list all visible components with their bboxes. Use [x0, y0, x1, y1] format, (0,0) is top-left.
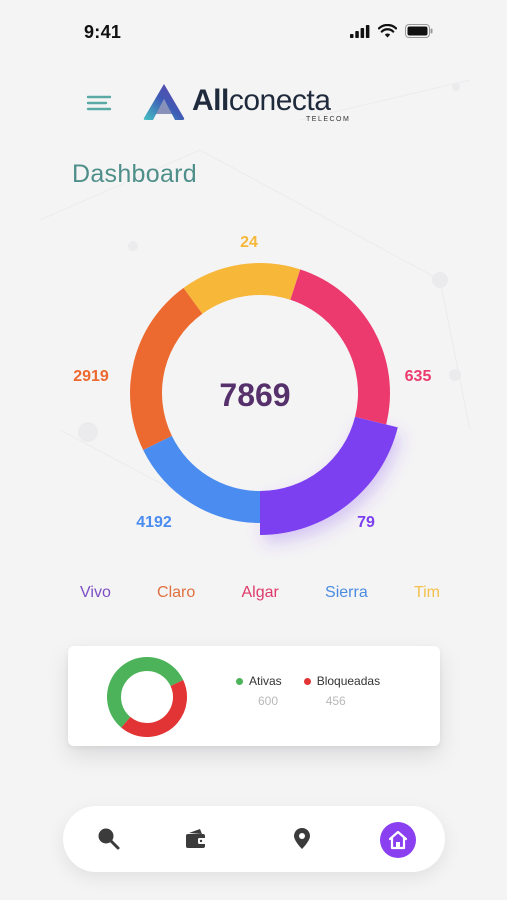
menu-button[interactable]	[86, 92, 114, 114]
logo-mark-icon	[143, 84, 185, 120]
line-status-card[interactable]: Ativas 600 Bloqueadas 456	[68, 646, 440, 746]
wallet-icon	[186, 829, 206, 848]
status-label: Bloqueadas	[316, 674, 381, 688]
donut-segment-sierra[interactable]	[143, 435, 260, 523]
donut-value-label-tim: 24	[240, 234, 258, 251]
donut-value-label-sierra: 4192	[136, 514, 172, 531]
nav-wallet-button[interactable]	[180, 823, 212, 855]
legend-item-algar[interactable]: Algar	[241, 584, 278, 602]
donut-segment-vivo[interactable]	[260, 416, 398, 535]
status-time: 9:41	[84, 22, 122, 42]
status-count: 456	[325, 694, 346, 708]
chart-total: 7869	[219, 377, 290, 413]
logo-name-bold: All	[192, 84, 229, 117]
donut-segment-algar[interactable]	[290, 269, 391, 425]
donut-value-label-claro: 2919	[73, 368, 109, 385]
status-label: Ativas	[249, 674, 282, 688]
line-status-donut	[107, 657, 187, 737]
legend-item-sierra[interactable]: Sierra	[325, 584, 368, 602]
operator-donut-chart: 79 2919 635 4192 24 7869	[73, 234, 432, 535]
search-icon	[98, 828, 120, 850]
legend-item-vivo[interactable]: Vivo	[80, 584, 111, 602]
nav-home-button[interactable]	[380, 822, 416, 858]
location-pin-icon	[294, 828, 310, 849]
logo-name-rest: conecta	[228, 84, 331, 117]
chart-legend: Vivo Claro Algar Sierra Tim	[80, 584, 440, 602]
status-dot	[236, 677, 243, 685]
line-status-legend: Ativas 600 Bloqueadas 456	[236, 674, 380, 708]
signal-icon	[350, 24, 370, 38]
wifi-icon	[378, 24, 397, 38]
donut-value-label-algar: 635	[405, 368, 432, 385]
page-title: Dashboard	[72, 160, 198, 188]
donut-segment-claro[interactable]	[130, 287, 203, 450]
nav-location-button[interactable]	[286, 823, 318, 855]
status-bar: 9:41	[0, 0, 507, 60]
bottom-navigation	[63, 806, 445, 872]
donut-segment-tim[interactable]	[183, 263, 301, 314]
logo-subtitle: TELECOM	[306, 116, 351, 123]
home-icon	[388, 830, 408, 850]
logo-name: Allconecta	[192, 84, 331, 118]
status-count: 600	[258, 694, 279, 708]
legend-item-claro[interactable]: Claro	[157, 584, 195, 602]
nav-search-button[interactable]	[93, 823, 125, 855]
brand-logo: Allconecta TELECOM	[142, 80, 372, 130]
status-icons	[350, 24, 433, 38]
hamburger-menu-icon	[86, 95, 112, 111]
status-item-bloqueadas: Bloqueadas 456	[303, 674, 381, 708]
status-dot	[303, 677, 311, 685]
legend-item-tim[interactable]: Tim	[414, 584, 440, 602]
status-item-ativas: Ativas 600	[236, 674, 282, 708]
donut-value-label-vivo: 79	[357, 514, 375, 531]
battery-icon	[405, 24, 433, 38]
